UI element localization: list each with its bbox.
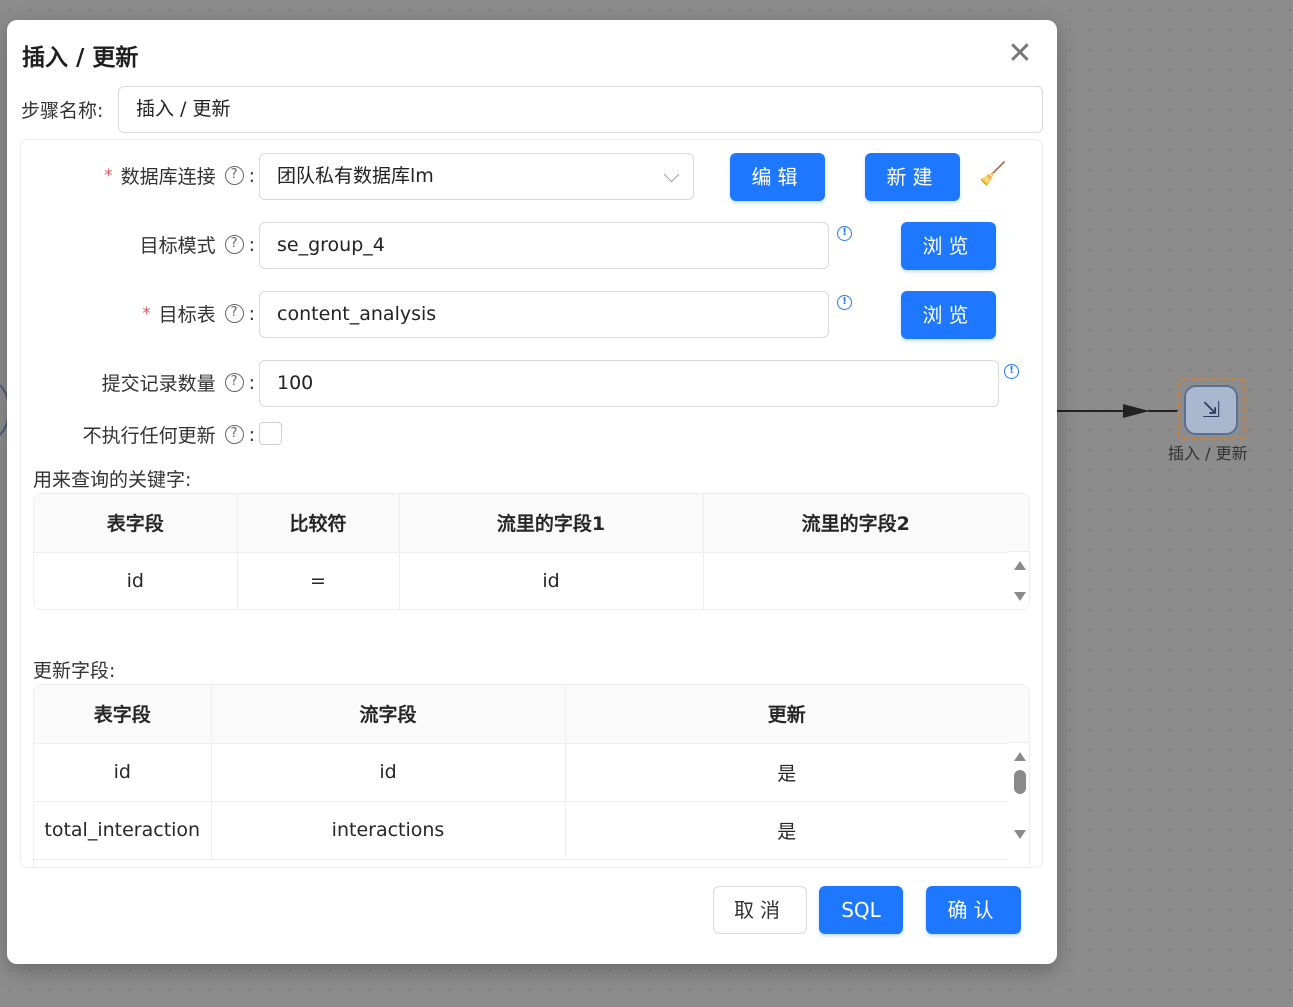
confirm-button[interactable]: 确认	[926, 886, 1021, 934]
cancel-button[interactable]: 取消	[713, 886, 807, 934]
table-row[interactable]: total_interaction interactions 是	[34, 801, 1008, 860]
column-header: 比较符	[237, 494, 400, 553]
info-icon: !	[1004, 364, 1019, 379]
table-cell[interactable]: 是	[565, 801, 1008, 860]
target-schema-label: 目标模式 ? :	[139, 233, 255, 258]
help-icon[interactable]: ?	[224, 235, 244, 254]
table-cell[interactable]: 是	[565, 743, 1008, 802]
info-icon: !	[837, 226, 852, 241]
table-cell[interactable]: total_interaction	[34, 801, 212, 860]
browse-schema-button[interactable]: 浏览	[901, 222, 996, 270]
help-icon[interactable]: ?	[224, 425, 244, 444]
target-schema-input[interactable]: se_group_4	[259, 222, 829, 269]
scroll-down-icon[interactable]	[1014, 592, 1026, 601]
commit-size-label: 提交记录数量 ? :	[101, 371, 255, 396]
step-name-input[interactable]: 插入 / 更新	[118, 86, 1043, 133]
edit-button[interactable]: 编辑	[730, 153, 825, 201]
target-table-input[interactable]: content_analysis	[259, 291, 829, 338]
canvas-edge-tail	[1148, 410, 1178, 412]
db-connection-label: * 数据库连接 ? :	[104, 164, 255, 189]
table-cell[interactable]: id	[211, 743, 566, 802]
update-table: 表字段 流字段 更新 id id 是 total_interaction int…	[33, 684, 1030, 867]
scroll-up-icon[interactable]	[1014, 561, 1026, 570]
scroll-down-icon[interactable]	[1014, 830, 1026, 839]
table-cell[interactable]: =	[237, 552, 400, 609]
update-section-label: 更新字段:	[33, 660, 116, 682]
dialog-title: 插入 / 更新	[22, 45, 139, 71]
help-icon[interactable]: ?	[224, 373, 244, 392]
table-row[interactable]: id = id	[34, 552, 1008, 609]
canvas-node-label: 插入 / 更新	[1168, 444, 1248, 463]
column-header: 表字段	[34, 685, 212, 744]
insert-update-dialog: 插入 / 更新 ✕ 步骤名称: 插入 / 更新 * 数据库连接 ? : 团队私有…	[7, 20, 1057, 964]
update-table-scrollbar[interactable]	[1008, 743, 1029, 849]
commit-size-input[interactable]: 100	[259, 360, 999, 407]
required-marker: *	[104, 165, 113, 186]
update-table-grid: 表字段 流字段 更新 id id 是 total_interaction int…	[34, 685, 1008, 860]
required-marker: *	[142, 303, 151, 324]
db-connection-select[interactable]: 团队私有数据库lm	[259, 153, 694, 200]
canvas-edge-arrowhead	[1123, 404, 1149, 418]
chevron-down-icon	[663, 166, 680, 183]
table-cell[interactable]: id	[34, 552, 238, 609]
canvas-node-insert-update[interactable]: ⇲	[1177, 378, 1245, 440]
header-filler	[1008, 685, 1029, 743]
header-filler	[1008, 494, 1029, 552]
info-icon: !	[837, 295, 852, 310]
column-header: 流里的字段1	[399, 494, 704, 553]
table-cell[interactable]	[703, 552, 1008, 609]
key-table-grid: 表字段 比较符 流里的字段1 流里的字段2 id = id	[34, 494, 1008, 609]
column-header: 更新	[565, 685, 1008, 744]
no-update-label: 不执行任何更新 ? :	[82, 423, 255, 448]
scroll-up-icon[interactable]	[1014, 752, 1026, 761]
insert-update-icon: ⇲	[1184, 385, 1238, 435]
new-button[interactable]: 新建	[865, 153, 960, 201]
table-header-row: 表字段 比较符 流里的字段1 流里的字段2	[34, 494, 1008, 553]
clear-broom-icon[interactable]: 🧹	[979, 162, 1006, 187]
scroll-thumb[interactable]	[1014, 770, 1026, 794]
no-update-checkbox[interactable]	[259, 422, 282, 445]
key-section-label: 用来查询的关键字:	[33, 469, 192, 491]
table-cell[interactable]: interactions	[211, 801, 566, 860]
help-icon[interactable]: ?	[224, 166, 244, 185]
browse-table-button[interactable]: 浏览	[901, 291, 996, 339]
help-icon[interactable]: ?	[224, 304, 244, 323]
column-header: 流里的字段2	[703, 494, 1008, 553]
column-header: 流字段	[211, 685, 566, 744]
key-table-scrollbar[interactable]	[1008, 552, 1029, 609]
table-cell[interactable]: id	[34, 743, 212, 802]
table-cell[interactable]: id	[399, 552, 704, 609]
close-icon[interactable]: ✕	[1007, 39, 1033, 69]
table-row[interactable]: id id 是	[34, 743, 1008, 802]
column-header: 表字段	[34, 494, 238, 553]
step-name-label: 步骤名称:	[21, 100, 104, 122]
settings-panel: * 数据库连接 ? : 团队私有数据库lm 编辑 新建 🧹 目标模式 ? : s…	[20, 139, 1043, 868]
sql-button[interactable]: SQL	[819, 886, 903, 934]
key-table: 表字段 比较符 流里的字段1 流里的字段2 id = id	[33, 493, 1030, 610]
target-table-label: * 目标表 ? :	[142, 302, 255, 327]
table-header-row: 表字段 流字段 更新	[34, 685, 1008, 744]
